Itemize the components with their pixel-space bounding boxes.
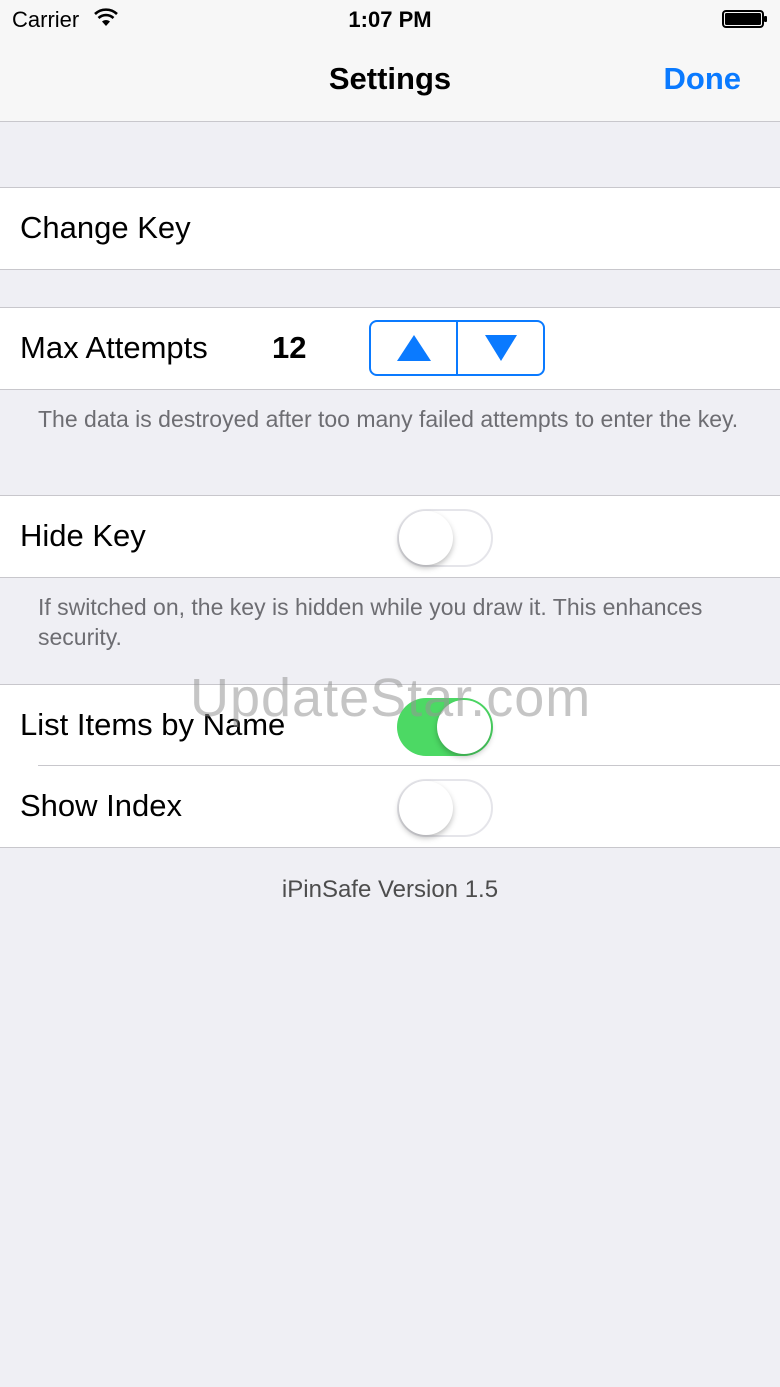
decrement-button[interactable] bbox=[456, 322, 543, 374]
show-index-toggle[interactable] bbox=[397, 779, 493, 837]
watermark: UpdateStar.com bbox=[190, 668, 592, 728]
done-button[interactable]: Done bbox=[664, 61, 742, 97]
max-attempts-value: 12 bbox=[272, 330, 307, 365]
increment-button[interactable] bbox=[371, 322, 456, 374]
show-index-label: Show Index bbox=[20, 788, 182, 823]
toggle-knob bbox=[399, 511, 453, 565]
change-key-row[interactable]: Change Key bbox=[0, 188, 780, 269]
max-attempts-group: Max Attempts 12 bbox=[0, 307, 780, 390]
hide-key-group: Hide Key bbox=[0, 495, 780, 578]
battery-icon bbox=[722, 10, 767, 28]
toggle-knob bbox=[399, 781, 453, 835]
max-attempts-row: Max Attempts 12 bbox=[0, 308, 780, 389]
hide-key-label: Hide Key bbox=[20, 518, 146, 553]
max-attempts-label: Max Attempts bbox=[20, 330, 208, 365]
triangle-up-icon bbox=[396, 335, 431, 361]
change-key-group: Change Key bbox=[0, 187, 780, 270]
triangle-down-icon bbox=[484, 335, 517, 361]
status-time: 1:07 PM bbox=[348, 7, 432, 32]
navigation-bar: Settings Done bbox=[0, 40, 780, 122]
show-index-row: Show Index bbox=[0, 765, 780, 847]
status-bar: Carrier 1:07 PM bbox=[0, 0, 780, 40]
max-attempts-stepper bbox=[369, 320, 545, 376]
max-attempts-footer: The data is destroyed after too many fai… bbox=[38, 406, 739, 432]
hide-key-footer: If switched on, the key is hidden while … bbox=[38, 594, 703, 650]
version-label: iPinSafe Version 1.5 bbox=[281, 876, 499, 903]
hide-key-row: Hide Key bbox=[0, 496, 780, 577]
change-key-label: Change Key bbox=[20, 210, 191, 245]
hide-key-toggle[interactable] bbox=[397, 509, 493, 567]
